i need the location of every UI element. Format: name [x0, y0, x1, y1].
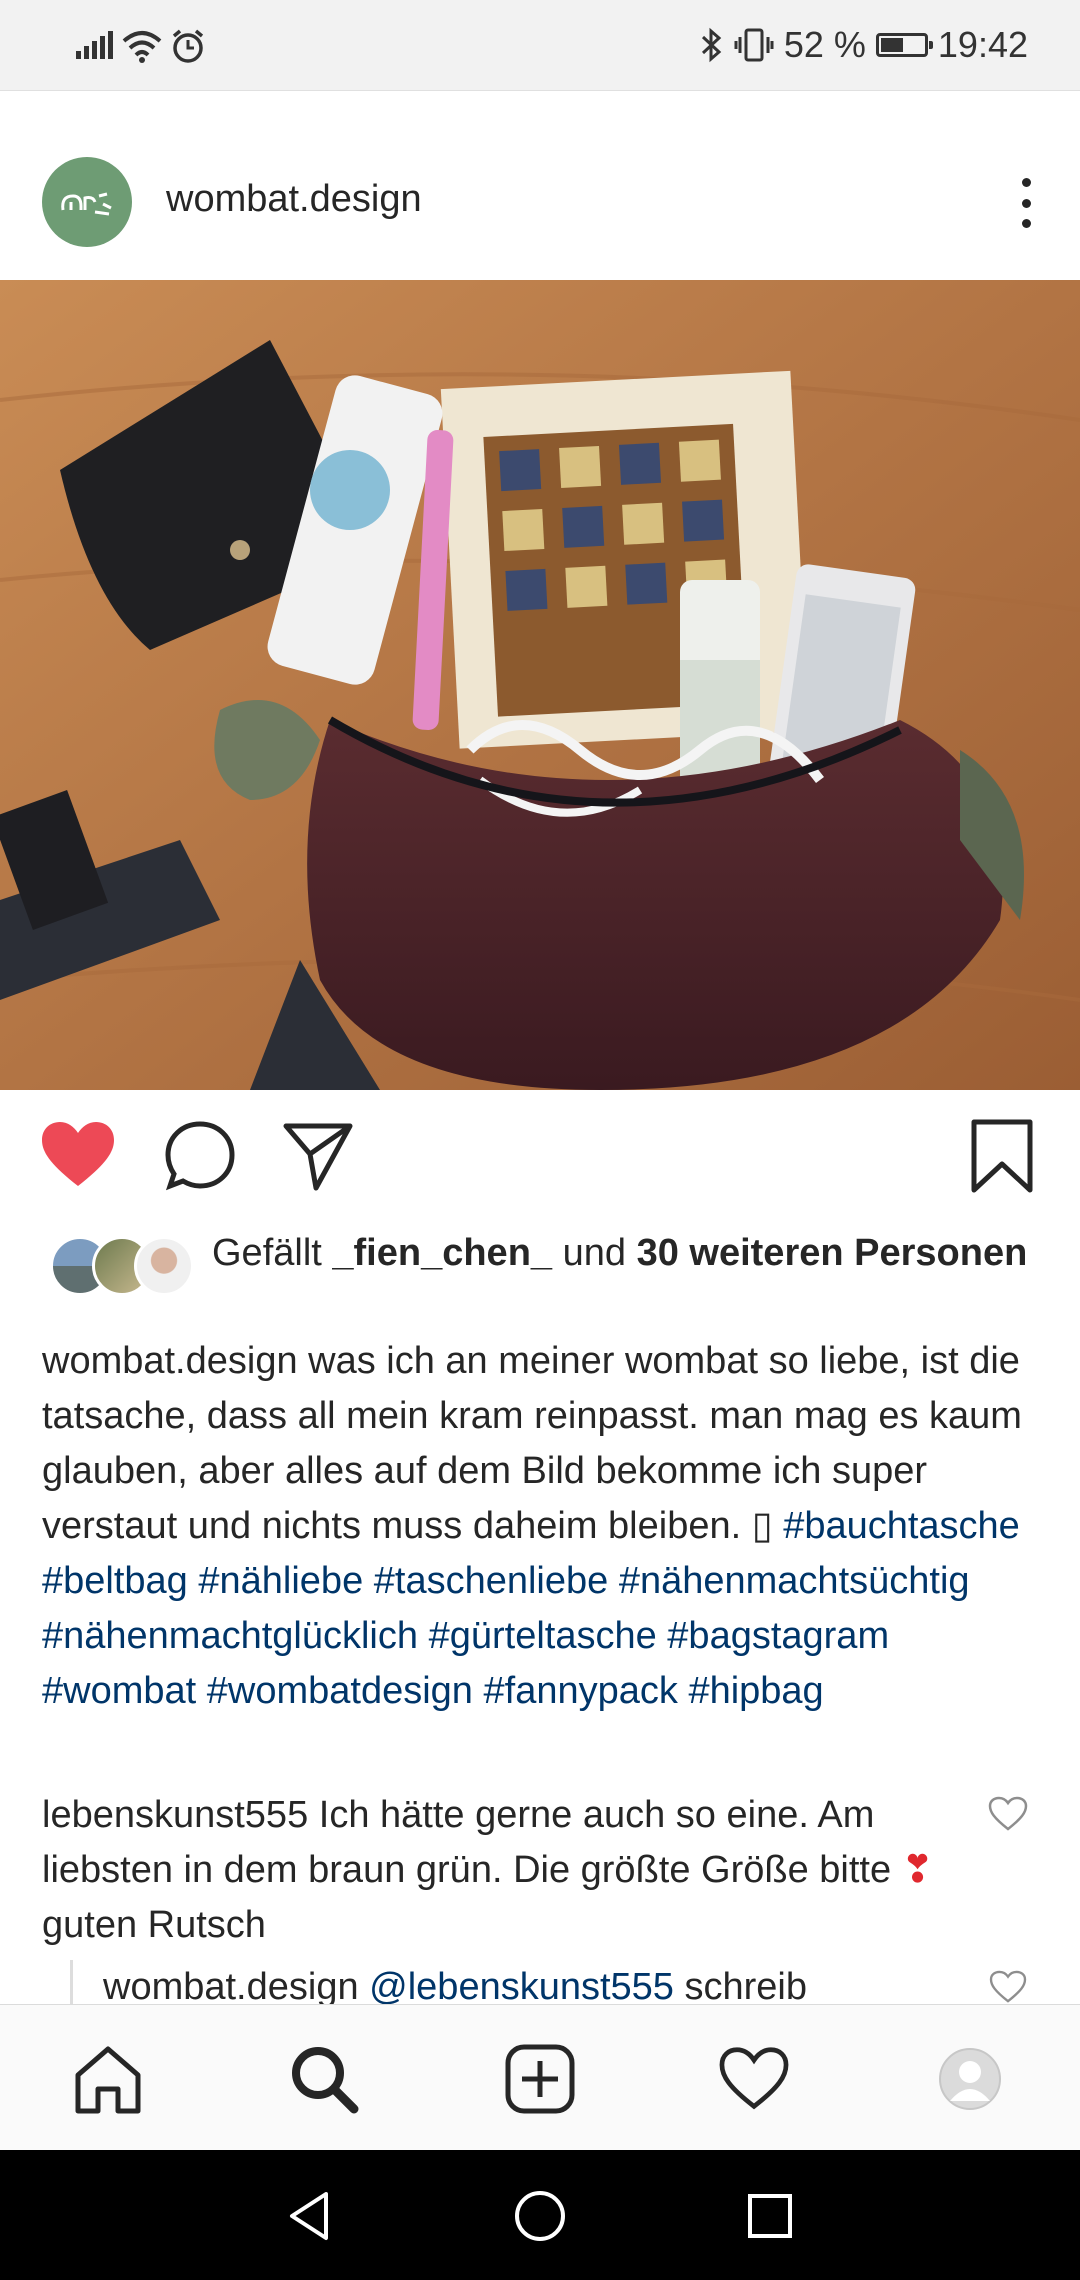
hashtag[interactable]: #nähenmachtsüchtig [619, 1560, 970, 1602]
tab-add-post[interactable] [502, 2041, 578, 2117]
hashtag[interactable]: #taschenliebe [374, 1560, 609, 1602]
tab-home[interactable] [70, 2041, 146, 2117]
home-button-icon[interactable] [512, 2188, 568, 2244]
bluetooth-icon [701, 27, 722, 63]
hashtag[interactable]: #hipbag [688, 1670, 823, 1712]
signal-icon [76, 31, 113, 59]
bottom-tab-bar [0, 2004, 1080, 2151]
status-bar: 52 % 19:42 [0, 0, 1080, 91]
likes-others[interactable]: 30 weiteren Personen [637, 1232, 1028, 1274]
hashtag[interactable]: #gürteltasche [429, 1615, 657, 1657]
profile-avatar-icon [939, 2048, 1001, 2110]
liker-avatar [134, 1236, 194, 1296]
hashtag[interactable]: #wombat [42, 1670, 196, 1712]
likes-summary[interactable]: Gefällt _fien_chen_ und 30 weiteren Pers… [42, 1228, 1042, 1328]
search-icon [292, 2047, 359, 2114]
vibrate-icon [734, 28, 774, 62]
hashtag[interactable]: #bagstagram [667, 1615, 889, 1657]
post-header: wombat.design [0, 92, 1080, 280]
comment-bubble-icon[interactable] [164, 1120, 236, 1192]
wombat-logo-icon [61, 192, 112, 216]
save-bookmark-icon[interactable] [970, 1118, 1034, 1194]
reply-text: schreib [673, 1966, 807, 2005]
tab-activity[interactable] [716, 2041, 792, 2117]
hashtag[interactable]: #bauchtasche [783, 1505, 1020, 1547]
heart-outline-icon [719, 2047, 789, 2110]
heart-emoji: ❣ [901, 1849, 934, 1891]
likes-text: Gefällt _fien_chen_ und 30 weiteren Pers… [212, 1228, 1032, 1278]
hashtag[interactable]: #fannypack [484, 1670, 678, 1712]
comment-username[interactable]: lebenskunst555 [42, 1794, 308, 1836]
recents-icon[interactable] [742, 2188, 798, 2244]
hashtag[interactable]: #wombatdesign [207, 1670, 473, 1712]
hashtag[interactable]: #nähliebe [198, 1560, 363, 1602]
caption-username[interactable]: wombat.design [42, 1340, 298, 1382]
hashtag[interactable]: #nähenmachtglücklich [42, 1615, 418, 1657]
reply-like-heart-icon[interactable] [988, 1970, 1028, 2004]
liker-avatars [50, 1236, 194, 1296]
liker-username[interactable]: _fien_chen_ [332, 1232, 552, 1274]
comment-reply: wombat.design @lebenskunst555 schreib [70, 1960, 1003, 2005]
profile-avatar[interactable] [42, 157, 132, 247]
comment-text-end: guten Rutsch [42, 1904, 266, 1946]
home-icon [75, 2046, 141, 2114]
post-username[interactable]: wombat.design [166, 178, 422, 221]
battery-percent: 52 % [783, 24, 866, 65]
reply-mention[interactable]: @lebenskunst555 [369, 1966, 674, 2005]
back-icon[interactable] [282, 2188, 338, 2244]
add-post-icon [505, 2044, 575, 2114]
system-navigation-bar [0, 2150, 1080, 2280]
post-actions [0, 1110, 1080, 1210]
comment: lebenskunst555 Ich hätte gerne auch so e… [42, 1788, 962, 1953]
likes-prefix: Gefällt [212, 1232, 333, 1274]
status-left-icons [74, 24, 206, 68]
post-image[interactable] [0, 280, 1080, 1090]
clock: 19:42 [937, 24, 1028, 65]
tab-profile[interactable] [932, 2041, 1008, 2117]
comment-like-heart-icon[interactable] [988, 1796, 1028, 1832]
like-heart-filled-icon[interactable] [40, 1120, 116, 1190]
status-right: 52 % 19:42 [700, 20, 1028, 70]
more-options-icon[interactable] [1020, 178, 1032, 228]
share-paper-plane-icon[interactable] [282, 1120, 354, 1192]
post-caption: wombat.design was ich an meiner wombat s… [42, 1334, 1042, 1719]
wifi-icon [122, 31, 162, 63]
battery-icon [875, 33, 933, 57]
likes-middle: und [552, 1232, 637, 1274]
tab-search[interactable] [286, 2041, 362, 2117]
reply-username[interactable]: wombat.design [103, 1966, 359, 2005]
post-photo [0, 280, 1080, 1090]
hashtag[interactable]: #beltbag [42, 1560, 188, 1602]
alarm-icon [172, 29, 204, 63]
